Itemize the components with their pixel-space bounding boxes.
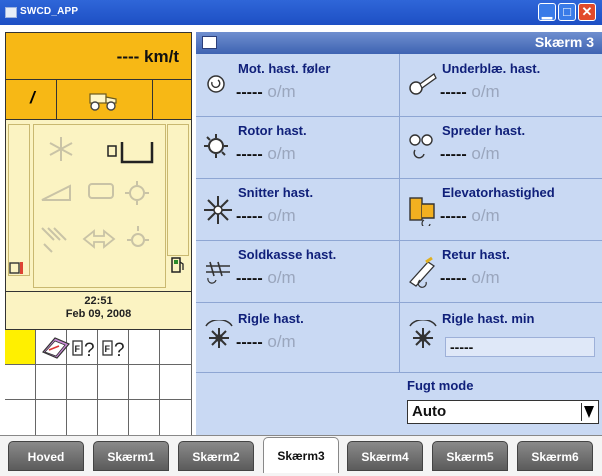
dropdown-arrow-icon[interactable] <box>581 403 596 421</box>
sensor-motor[interactable]: Mot. hast. føler ----- o/m <box>196 56 396 118</box>
grid-cell[interactable] <box>129 365 160 400</box>
date-text: Feb 09, 2008 <box>65 308 132 320</box>
mode-row: / <box>5 80 192 120</box>
spreader-icon <box>409 134 433 159</box>
elevator-icon <box>409 197 435 226</box>
grid-cell[interactable] <box>129 330 160 365</box>
fuel-gauge-left <box>8 124 30 276</box>
screen-header: Skærm 3 <box>196 32 602 54</box>
tab-skaerm6[interactable]: Skærm6 <box>517 441 593 471</box>
tab-skaerm4[interactable]: Skærm4 <box>347 441 423 471</box>
motor-sensor-icon <box>207 75 225 93</box>
grid-cell[interactable] <box>36 400 67 437</box>
sensor-sieve-box[interactable]: Soldkasse hast. ----- o/m <box>196 242 396 304</box>
grid-cell[interactable] <box>129 400 160 437</box>
light-icon <box>127 226 149 247</box>
minimize-button[interactable]: ▁ <box>538 3 556 21</box>
sensor-spreader[interactable]: Spreder hast. ----- o/m <box>400 118 600 180</box>
chopper-icon <box>204 196 232 224</box>
grid-cell[interactable] <box>5 400 36 437</box>
help-function-icon[interactable]: F ? <box>71 336 99 362</box>
app-icon <box>5 7 17 18</box>
grid-cell[interactable] <box>98 400 129 437</box>
screen-panel: Skærm 3 Mot. hast. føler ----- o/m Under… <box>196 32 602 435</box>
left-panel: ---- km/t / 22:51 Feb 09, 2008 F ? F ? <box>5 32 192 437</box>
spray-icon <box>41 227 67 253</box>
window-title: SWCD_APP <box>20 6 79 17</box>
grid-cell[interactable] <box>98 365 129 400</box>
sensor-rigle-min[interactable]: Rigle hast. min ----- <box>400 306 600 368</box>
fugt-mode-section: Fugt mode Auto <box>399 372 602 435</box>
tractor-icon[interactable] <box>86 88 122 112</box>
fuel-gauge-right <box>167 124 189 256</box>
svg-text:?: ? <box>114 340 125 361</box>
sensor-return[interactable]: Retur hast. ----- o/m <box>400 242 600 304</box>
svg-text:?: ? <box>84 340 95 361</box>
fugt-mode-label: Fugt mode <box>407 378 474 393</box>
engine-icon <box>88 183 114 199</box>
blower-icon <box>409 73 437 95</box>
datetime-display: 22:51 Feb 09, 2008 <box>5 292 192 330</box>
tab-skaerm2[interactable]: Skærm2 <box>178 441 254 471</box>
grid-cell[interactable] <box>5 330 36 365</box>
rotor-icon <box>204 134 228 158</box>
time-text: 22:51 <box>84 295 113 307</box>
close-button[interactable]: ✕ <box>578 3 596 21</box>
knife-icon <box>41 184 71 201</box>
sensor-rotor[interactable]: Rotor hast. ----- o/m <box>196 118 396 180</box>
rigle-min-input[interactable]: ----- <box>445 337 595 357</box>
grid-cell[interactable] <box>160 330 192 365</box>
sensor-rigle[interactable]: Rigle hast. ----- o/m <box>196 306 396 368</box>
fugt-mode-value: Auto <box>412 403 447 420</box>
maximize-button[interactable]: □ <box>558 3 576 21</box>
fugt-mode-select[interactable]: Auto <box>407 400 599 424</box>
tab-bar: Hoved Skærm1 Skærm2 Skærm3 Skærm4 Skærm5… <box>0 435 602 476</box>
tab-skaerm5[interactable]: Skærm5 <box>432 441 508 471</box>
mode-indicator: / <box>30 88 35 107</box>
book-icon[interactable] <box>41 334 71 362</box>
machine-status-panel <box>5 120 192 292</box>
grid-cell[interactable] <box>67 400 98 437</box>
temperature-icon <box>9 262 23 274</box>
sensor-chopper[interactable]: Snitter hast. ----- o/m <box>196 180 396 242</box>
tab-hoved[interactable]: Hoved <box>8 441 84 471</box>
gear-icon <box>125 181 149 205</box>
speed-value: ---- km/t <box>116 47 179 66</box>
svg-text:F: F <box>75 344 81 354</box>
speed-display: ---- km/t <box>5 32 192 80</box>
grid-cell[interactable] <box>67 365 98 400</box>
help-function-icon-2[interactable]: F ? <box>101 336 129 362</box>
arrows-icon <box>82 229 116 249</box>
tab-skaerm3[interactable]: Skærm3 <box>263 437 339 473</box>
tab-skaerm1[interactable]: Skærm1 <box>93 441 169 471</box>
grid-cell[interactable] <box>160 365 192 400</box>
sensor-underblower[interactable]: Underblæ. hast. ----- o/m <box>400 56 600 118</box>
grid-cell[interactable] <box>36 365 67 400</box>
sieve-box-icon <box>206 261 230 284</box>
svg-text:F: F <box>105 344 111 354</box>
rigle-icon <box>205 320 233 348</box>
fuel-pump-icon <box>171 257 184 273</box>
hopper-icon <box>107 142 154 164</box>
screen-icon <box>202 36 217 49</box>
return-icon <box>409 256 435 288</box>
sensor-elevator[interactable]: Elevatorhastighed ----- o/m <box>400 180 600 242</box>
grid-cell[interactable] <box>5 365 36 400</box>
screen-title: Skærm 3 <box>534 34 594 50</box>
title-bar: SWCD_APP ▁ □ ✕ <box>0 0 602 25</box>
shortcut-grid: F ? F ? <box>5 330 192 437</box>
rigle-min-icon <box>409 320 437 348</box>
grid-cell[interactable] <box>160 400 192 437</box>
snowflake-icon <box>49 137 73 161</box>
